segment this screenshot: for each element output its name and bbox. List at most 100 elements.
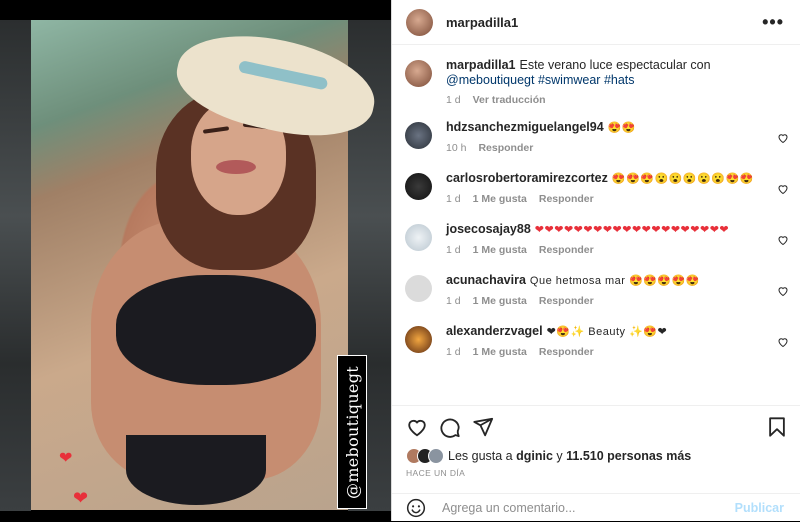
- reply-button[interactable]: Responder: [539, 244, 594, 256]
- comment-item: hdzsanchezmiguelangel94 😍😍 10 h Responder: [392, 120, 800, 154]
- comment-meta: 10 h Responder: [446, 142, 784, 154]
- like-comment-heart-icon[interactable]: [777, 132, 789, 144]
- comment-username[interactable]: carlosrobertoramirezcortez: [446, 171, 608, 185]
- hat-band: [237, 60, 329, 91]
- post-timestamp: HACE UN DÍA: [406, 468, 466, 478]
- comment-bubble-icon[interactable]: [439, 416, 461, 438]
- add-comment-bar: Publicar: [392, 493, 800, 522]
- comment-content: ❤😍✨ Beauty ✨😍❤: [546, 326, 668, 338]
- likes-user[interactable]: dginic: [516, 449, 553, 463]
- post-header: marpadilla1 •••: [392, 0, 800, 45]
- author-avatar[interactable]: [406, 8, 433, 36]
- reply-button[interactable]: Responder: [539, 295, 594, 307]
- comment-avatar[interactable]: [405, 275, 432, 302]
- comment-meta: 1 d 1 Me gusta Responder: [446, 244, 784, 256]
- comment-input[interactable]: [440, 500, 735, 516]
- comment-body: hdzsanchezmiguelangel94 😍😍 10 h Responder: [446, 120, 784, 154]
- comment-avatar[interactable]: [405, 122, 432, 149]
- likes-summary[interactable]: Les gusta a dginic y 11.510 personas más: [392, 448, 800, 464]
- like-comment-heart-icon[interactable]: [777, 285, 789, 297]
- comment-content: Que hetmosa mar 😍😍😍😍😍: [529, 275, 700, 287]
- author-username[interactable]: marpadilla1: [446, 15, 518, 30]
- photo-subject-lips: [216, 160, 256, 174]
- emoji-smile-icon[interactable]: [406, 498, 426, 518]
- likes-count[interactable]: 11.510 personas más: [566, 449, 691, 463]
- comment-meta: 1 d 1 Me gusta Responder: [446, 193, 784, 205]
- caption-hashtag-swimwear[interactable]: #swimwear: [538, 73, 601, 87]
- comments-list[interactable]: marpadilla1 Este verano luce espectacular…: [392, 46, 800, 404]
- post-media[interactable]: @meboutiquegt ❤ ❤: [0, 0, 391, 521]
- comment-text: hdzsanchezmiguelangel94 😍😍: [446, 120, 784, 136]
- comment-username[interactable]: hdzsanchezmiguelangel94: [446, 120, 604, 134]
- image-brand-tag: @meboutiquegt: [337, 355, 367, 509]
- comment-item: carlosrobertoramirezcortez 😍😍😍😮😮😮😮😮😍😍 1 d…: [392, 171, 800, 205]
- comment-likes[interactable]: 1 Me gusta: [473, 346, 527, 358]
- reply-button[interactable]: Responder: [478, 142, 533, 154]
- comment-username[interactable]: josecosajay88: [446, 222, 531, 236]
- comment-item: acunachavira Que hetmosa mar 😍😍😍😍😍 1 d 1 …: [392, 273, 800, 307]
- publish-button[interactable]: Publicar: [735, 501, 784, 515]
- image-brand-tag-text: @meboutiquegt: [342, 365, 362, 499]
- comment-time: 1 d: [446, 193, 461, 205]
- photo-swimwear-top: [116, 275, 316, 385]
- comment-time: 1 d: [446, 295, 461, 307]
- caption-text: marpadilla1 Este verano luce espectacular…: [446, 58, 784, 88]
- decor-heart-icon: ❤: [73, 488, 89, 508]
- comment-body: carlosrobertoramirezcortez 😍😍😍😮😮😮😮😮😍😍 1 d…: [446, 171, 784, 205]
- decor-heart-icon: ❤: [59, 450, 73, 467]
- save-bookmark-icon[interactable]: [766, 416, 788, 438]
- caption-body: marpadilla1 Este verano luce espectacular…: [446, 58, 784, 106]
- comment-text: alexanderzvagel ❤😍✨ Beauty ✨😍❤: [446, 324, 784, 340]
- comment-meta: 1 d 1 Me gusta Responder: [446, 295, 784, 307]
- like-heart-icon[interactable]: [406, 416, 428, 438]
- reply-button[interactable]: Responder: [539, 346, 594, 358]
- like-comment-heart-icon[interactable]: [777, 234, 789, 246]
- comment-text: acunachavira Que hetmosa mar 😍😍😍😍😍: [446, 273, 784, 289]
- like-comment-heart-icon[interactable]: [777, 183, 789, 195]
- caption-meta: 1 d Ver traducción: [446, 94, 784, 106]
- comment-time: 10 h: [446, 142, 467, 154]
- comment-username[interactable]: acunachavira: [446, 273, 526, 287]
- post-actions: Les gusta a dginic y 11.510 personas más…: [392, 405, 800, 522]
- comment-likes[interactable]: 1 Me gusta: [473, 244, 527, 256]
- comment-item: alexanderzvagel ❤😍✨ Beauty ✨😍❤ 1 d 1 Me g…: [392, 324, 800, 358]
- comment-likes[interactable]: 1 Me gusta: [473, 193, 527, 205]
- comment-avatar[interactable]: [405, 326, 432, 353]
- comment-body: josecosajay88 ❤❤❤❤❤❤❤❤❤❤❤❤❤❤❤❤❤❤❤❤ 1 d 1 …: [446, 222, 784, 256]
- reply-button[interactable]: Responder: [539, 193, 594, 205]
- likes-prefix: Les gusta a: [448, 449, 513, 463]
- comment-content: 😍😍: [607, 122, 637, 134]
- action-icons-row: [392, 406, 800, 448]
- background-strip-left: [0, 20, 31, 511]
- comment-content: ❤❤❤❤❤❤❤❤❤❤❤❤❤❤❤❤❤❤❤❤: [534, 224, 730, 236]
- comment-text: josecosajay88 ❤❤❤❤❤❤❤❤❤❤❤❤❤❤❤❤❤❤❤❤: [446, 222, 784, 238]
- comment-content: 😍😍😍😮😮😮😮😮😍😍: [611, 173, 754, 185]
- comment-username[interactable]: alexanderzvagel: [446, 324, 543, 338]
- liker-avatar: [428, 448, 444, 464]
- caption: marpadilla1 Este verano luce espectacular…: [392, 58, 800, 106]
- caption-username[interactable]: marpadilla1: [446, 58, 515, 72]
- more-options-icon[interactable]: •••: [762, 12, 784, 33]
- like-comment-heart-icon[interactable]: [777, 336, 789, 348]
- comment-avatar[interactable]: [405, 224, 432, 251]
- caption-avatar[interactable]: [405, 60, 432, 87]
- likes-text: Les gusta a dginic y 11.510 personas más: [448, 449, 691, 463]
- comment-meta: 1 d 1 Me gusta Responder: [446, 346, 784, 358]
- photo-swimwear-bottom: [126, 435, 266, 505]
- post-photo: @meboutiquegt ❤ ❤: [31, 20, 384, 510]
- post-side-panel: marpadilla1 ••• marpadilla1 Este verano l…: [391, 0, 800, 521]
- likes-and: y: [556, 449, 563, 463]
- caption-text-a: Este verano luce espectacular con: [519, 58, 711, 72]
- comment-body: acunachavira Que hetmosa mar 😍😍😍😍😍 1 d 1 …: [446, 273, 784, 307]
- comment-body: alexanderzvagel ❤😍✨ Beauty ✨😍❤ 1 d 1 Me g…: [446, 324, 784, 358]
- comment-time: 1 d: [446, 244, 461, 256]
- comment-avatar[interactable]: [405, 173, 432, 200]
- share-send-icon[interactable]: [472, 416, 494, 438]
- comment-likes[interactable]: 1 Me gusta: [473, 295, 527, 307]
- comment-item: josecosajay88 ❤❤❤❤❤❤❤❤❤❤❤❤❤❤❤❤❤❤❤❤ 1 d 1 …: [392, 222, 800, 256]
- comment-time: 1 d: [446, 346, 461, 358]
- translate-link[interactable]: Ver traducción: [473, 94, 546, 106]
- caption-time: 1 d: [446, 94, 461, 106]
- caption-hashtag-hats[interactable]: #hats: [604, 73, 635, 87]
- caption-mention[interactable]: @meboutiquegt: [446, 73, 534, 87]
